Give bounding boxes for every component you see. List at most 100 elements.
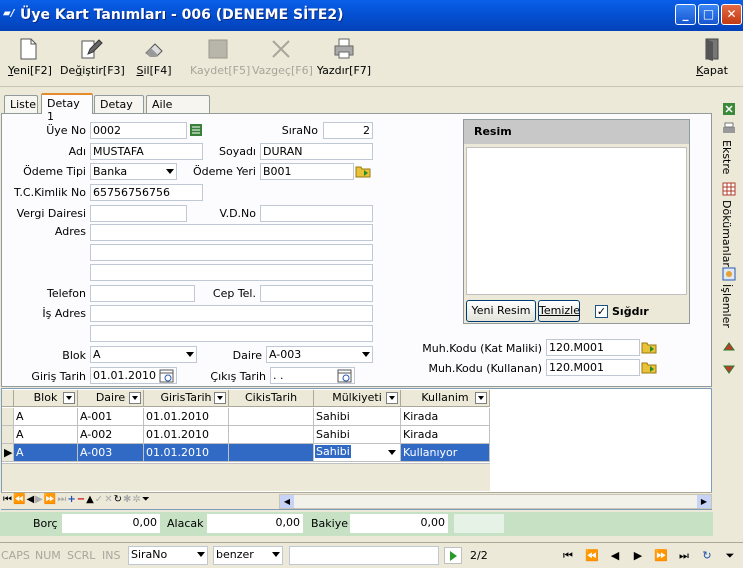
post-record-icon[interactable]: ✓ <box>95 494 104 505</box>
cell-blok[interactable]: A <box>14 444 78 462</box>
first-record-icon[interactable]: ⏮ <box>3 494 13 505</box>
filter-icon[interactable]: ⏷ <box>720 547 740 564</box>
delete-button[interactable]: Sil[F4] <box>134 37 174 77</box>
cell-giris[interactable]: 01.01.2010 <box>144 444 229 462</box>
edit-button[interactable]: Değiştir[F3] <box>60 37 125 77</box>
vd-no-field[interactable] <box>260 205 373 222</box>
cell-daire[interactable]: A-003 <box>78 444 144 462</box>
printer-icon[interactable] <box>722 122 736 136</box>
muh-kat-field[interactable]: 120.M001 <box>546 339 640 356</box>
is-adres-line-2[interactable] <box>90 325 373 342</box>
cell-giris[interactable]: 01.01.2010 <box>144 408 229 426</box>
minimize-button[interactable]: _ <box>675 4 696 25</box>
cell-giris[interactable]: 01.01.2010 <box>144 426 229 444</box>
excel-icon[interactable] <box>722 102 736 116</box>
col-header-giris[interactable]: GirisTarih <box>144 390 229 407</box>
print-button[interactable]: Yazdır[F7] <box>316 37 372 77</box>
horizontal-scrollbar[interactable]: ◀ ▶ <box>279 494 712 509</box>
refresh-icon[interactable]: ↻ <box>114 494 123 505</box>
col-header-blok[interactable]: Blok <box>14 390 78 407</box>
side-tab-ekstre[interactable]: Ekstre <box>720 140 733 174</box>
close-form-button[interactable]: Kapat <box>694 37 730 77</box>
column-filter-icon[interactable] <box>214 392 226 404</box>
prev-page-icon[interactable]: ⏪ <box>13 494 26 505</box>
next-record-icon[interactable]: ▶ <box>35 494 44 505</box>
tab-detay-1[interactable]: Detay 1 <box>41 93 93 123</box>
calendar-icon[interactable] <box>159 369 175 383</box>
soyadi-field[interactable]: DURAN <box>260 143 373 160</box>
new-picture-button[interactable]: Yeni Resim <box>466 300 536 322</box>
cell-mulkiyet-editor[interactable]: Sahibi <box>314 444 401 462</box>
search-field-select[interactable]: SiraNo <box>128 546 208 565</box>
arrow-up-icon[interactable] <box>722 340 736 354</box>
prev-record-icon[interactable]: ◀ <box>26 494 35 505</box>
next-page-icon[interactable]: ⏩ <box>651 547 671 564</box>
tab-liste[interactable]: Liste <box>4 95 38 113</box>
col-header-mulkiyet[interactable]: Mülkiyeti <box>314 390 401 407</box>
last-record-icon[interactable]: ⏭ <box>674 547 694 564</box>
scroll-right-icon[interactable]: ▶ <box>697 495 711 508</box>
cell-mulkiyet[interactable]: Sahibi <box>314 426 401 444</box>
cell-daire[interactable]: A-001 <box>78 408 144 426</box>
side-tab-dokumanlar[interactable]: Dökümanlar <box>720 200 733 267</box>
search-input[interactable] <box>289 546 439 565</box>
col-header-daire[interactable]: Daire <box>78 390 144 407</box>
cell-kullanim[interactable]: Kirada <box>401 426 490 444</box>
cancel-button[interactable]: Vazgeç[F6] <box>252 37 313 77</box>
search-go-button[interactable] <box>444 547 462 564</box>
sira-no-field[interactable]: 2 <box>323 122 373 139</box>
edit-record-icon[interactable]: ▲ <box>86 494 95 505</box>
fit-checkbox[interactable]: ✓ <box>595 305 608 318</box>
daire-select[interactable]: A-003 <box>266 346 373 363</box>
tab-detay-2[interactable]: Detay 2 <box>94 95 144 124</box>
cancel-record-icon[interactable]: ✕ <box>104 494 113 505</box>
cell-blok[interactable]: A <box>14 426 78 444</box>
odeme-yeri-field[interactable]: B001 <box>260 163 354 180</box>
navigator-buttons[interactable]: ⏮⏪◀▶⏩⏭+−▲✓✕↻✱✲⏷ <box>3 494 151 505</box>
adres-line-3[interactable] <box>90 264 373 281</box>
close-window-button[interactable]: ✕ <box>721 4 742 25</box>
delete-record-icon[interactable]: − <box>77 494 86 505</box>
goto-bookmark-icon[interactable]: ✲ <box>132 494 141 505</box>
cell-kullanim[interactable]: Kirada <box>401 408 490 426</box>
lookup-grid-icon[interactable] <box>189 123 205 137</box>
side-tab-islemler[interactable]: İşlemler <box>720 284 733 328</box>
title-bar[interactable]: ▰/ Üye Kart Tanımları - 006 (DENEME SİTE… <box>0 0 743 31</box>
process-icon[interactable] <box>722 267 736 281</box>
column-filter-icon[interactable] <box>63 392 75 404</box>
telefon-field[interactable] <box>90 285 195 302</box>
bookmark-icon[interactable]: ✱ <box>123 494 132 505</box>
column-filter-icon[interactable] <box>475 392 487 404</box>
tc-field[interactable]: 65756756756 <box>90 184 203 201</box>
cell-kullanim[interactable]: Kullanıyor <box>401 444 490 462</box>
cell-daire[interactable]: A-002 <box>78 426 144 444</box>
adres-line-1[interactable] <box>90 224 373 241</box>
prev-record-icon[interactable]: ◀ <box>605 547 625 564</box>
cep-tel-field[interactable] <box>260 285 373 302</box>
insert-record-icon[interactable]: + <box>67 494 76 505</box>
clear-picture-button[interactable]: Temizle <box>538 300 580 322</box>
col-header-cikis[interactable]: CikisTarih <box>229 390 314 407</box>
next-page-icon[interactable]: ⏩ <box>44 494 57 505</box>
cell-mulkiyet[interactable]: Sahibi <box>314 408 401 426</box>
cell-cikis[interactable] <box>229 408 314 426</box>
table-icon[interactable] <box>722 182 736 196</box>
cell-cikis[interactable] <box>229 426 314 444</box>
refresh-icon[interactable]: ↻ <box>697 547 717 564</box>
adi-field[interactable]: MUSTAFA <box>90 143 203 160</box>
blok-select[interactable]: A <box>90 346 197 363</box>
col-header-kullanim[interactable]: Kullanim <box>401 390 490 407</box>
first-record-icon[interactable]: ⏮ <box>558 547 578 564</box>
arrow-down-icon[interactable] <box>722 362 736 376</box>
cell-cikis[interactable] <box>229 444 314 462</box>
is-adres-line-1[interactable] <box>90 305 373 322</box>
next-record-icon[interactable]: ▶ <box>628 547 648 564</box>
chevron-down-icon[interactable] <box>388 450 396 455</box>
cell-blok[interactable]: A <box>14 408 78 426</box>
prev-page-icon[interactable]: ⏪ <box>582 547 602 564</box>
column-filter-icon[interactable] <box>129 392 141 404</box>
folder-lookup-icon[interactable] <box>355 164 371 178</box>
odeme-tipi-select[interactable]: Banka <box>90 163 177 180</box>
column-filter-icon[interactable] <box>386 392 398 404</box>
folder-lookup-icon[interactable] <box>641 360 657 374</box>
